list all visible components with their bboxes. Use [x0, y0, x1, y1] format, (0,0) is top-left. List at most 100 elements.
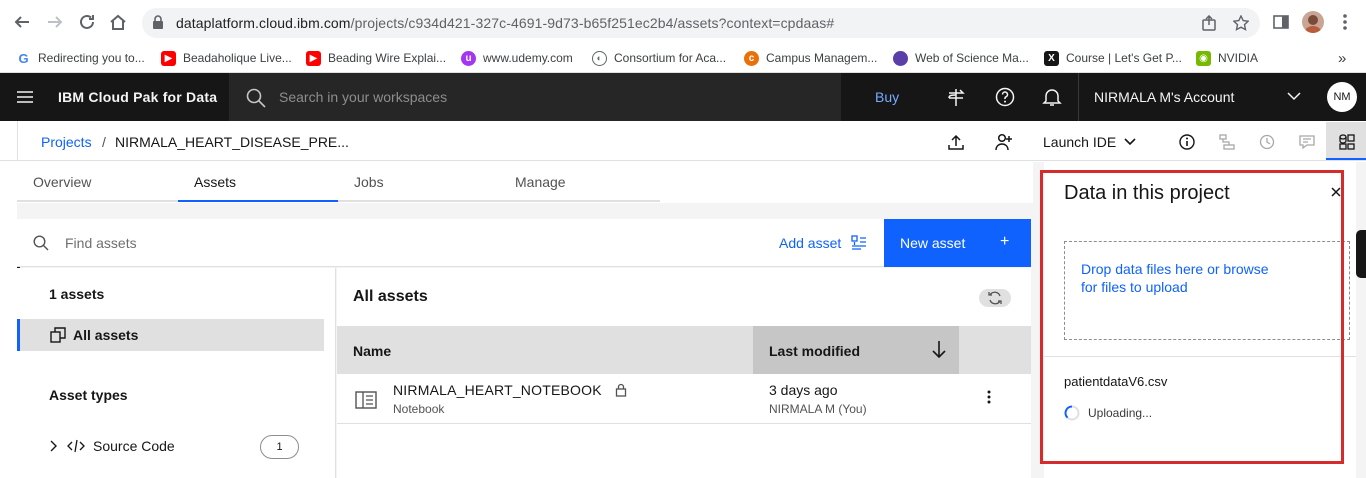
comment-icon[interactable] — [1298, 133, 1316, 151]
address-bar[interactable]: dataplatform.cloud.ibm.com/projects/c934… — [142, 8, 1260, 38]
code-icon — [67, 439, 85, 453]
profile-avatar-icon[interactable] — [1302, 11, 1324, 33]
copy-icon — [50, 327, 66, 343]
lock-icon — [152, 15, 164, 29]
buy-link[interactable]: Buy — [875, 89, 899, 105]
home-icon[interactable] — [108, 12, 128, 32]
column-header-name[interactable]: Name — [353, 343, 391, 359]
file-dropzone[interactable]: Drop data files here or browse for files… — [1064, 241, 1350, 340]
tab-label: Assets — [194, 174, 237, 190]
breadcrumb-separator: / — [102, 134, 106, 150]
bookmark-item[interactable]: X Course | Let's Get P... — [1044, 48, 1182, 68]
add-collaborator-icon[interactable] — [995, 133, 1013, 151]
chevron-down-icon — [1287, 91, 1301, 101]
asset-name-link[interactable]: NIRMALA_HEART_NOTEBOOK — [393, 382, 602, 398]
launch-ide-dropdown[interactable]: Launch IDE — [1043, 134, 1136, 150]
plus-icon: + — [1000, 233, 1010, 250]
bookmark-item[interactable]: G Redirecting you to... — [16, 48, 145, 68]
asset-type-count-badge: 1 — [260, 435, 299, 459]
bookmark-item[interactable]: c Campus Managem... — [744, 48, 877, 68]
new-asset-label: New asset — [900, 235, 966, 251]
search-placeholder: Search in your workspaces — [279, 89, 448, 105]
data-in-project-panel: Data in this project Drop data files her… — [1044, 162, 1356, 478]
chevron-down-icon — [1124, 138, 1136, 146]
lineage-icon[interactable] — [1218, 133, 1236, 151]
find-assets-input[interactable]: Find assets — [65, 235, 137, 251]
info-icon[interactable] — [1178, 133, 1196, 151]
search-icon — [246, 88, 266, 108]
launch-ide-label: Launch IDE — [1043, 134, 1117, 150]
app-header: IBM Cloud Pak for Data Search in your wo… — [0, 73, 1366, 121]
project-toolbar: Projects / NIRMALA_HEART_DISEASE_PRE... … — [0, 121, 1366, 161]
all-assets-filter[interactable]: All assets — [17, 319, 324, 351]
dropzone-text[interactable]: Drop data files here or browse for files… — [1081, 260, 1281, 296]
tab-jobs[interactable]: Jobs — [338, 162, 499, 202]
tab-label: Jobs — [354, 174, 384, 190]
tab-label: Overview — [33, 174, 92, 190]
account-switcher[interactable]: NIRMALA M's Account — [1078, 73, 1314, 121]
divider — [17, 121, 18, 161]
add-asset-label: Add asset — [779, 235, 842, 251]
back-arrow-icon[interactable] — [12, 12, 32, 32]
notebook-icon — [355, 391, 377, 409]
close-icon[interactable] — [1330, 186, 1342, 198]
upload-icon[interactable] — [947, 133, 965, 151]
bookmark-label: Consortium for Aca... — [614, 51, 727, 65]
column-header-last-modified[interactable]: Last modified — [753, 326, 959, 374]
bookmark-item[interactable]: ▶ Beading Wire Explai... — [306, 48, 446, 68]
asset-list-title: All assets — [353, 288, 428, 305]
bookmark-label: Redirecting you to... — [38, 51, 145, 65]
history-icon[interactable] — [1258, 133, 1276, 151]
all-assets-label: All assets — [73, 327, 139, 343]
user-avatar[interactable]: NM — [1327, 82, 1357, 112]
reload-icon[interactable] — [77, 12, 97, 32]
breadcrumb-projects-link[interactable]: Projects — [41, 134, 92, 150]
table-row[interactable]: NIRMALA_HEART_NOTEBOOK Notebook 3 days a… — [337, 374, 1031, 424]
refresh-icon[interactable] — [979, 289, 1011, 307]
tab-overview[interactable]: Overview — [17, 162, 178, 202]
wos-icon — [893, 50, 908, 66]
bookmark-item[interactable]: Web of Science Ma... — [893, 48, 1029, 68]
data-panel-toggle-button[interactable] — [1326, 122, 1366, 160]
bookmark-item[interactable]: ▶ Beadaholique Live... — [161, 48, 292, 68]
udemy-icon: u — [461, 50, 476, 66]
search-icon — [33, 235, 49, 251]
upload-status-text: Uploading... — [1088, 406, 1153, 420]
kebab-menu-icon[interactable] — [1334, 11, 1356, 33]
add-asset-button[interactable]: Add asset — [779, 235, 867, 251]
tab-assets[interactable]: Assets — [178, 162, 338, 202]
table-header: Name Last modified — [337, 326, 1031, 374]
bookmark-item[interactable]: ◉ NVIDIA — [1196, 48, 1258, 68]
google-icon: G — [16, 50, 31, 66]
forward-arrow-icon[interactable] — [45, 12, 65, 32]
new-asset-button[interactable]: New asset + — [884, 219, 1031, 267]
hamburger-menu-icon[interactable] — [16, 89, 34, 105]
bookmark-label: NVIDIA — [1218, 51, 1259, 65]
loading-spinner-icon — [1064, 405, 1080, 421]
add-asset-icon — [851, 235, 867, 251]
youtube-icon: ▶ — [161, 50, 176, 66]
workspace-search[interactable]: Search in your workspaces — [229, 73, 841, 121]
overflow-label: » — [1338, 49, 1347, 67]
bookmark-star-icon[interactable] — [1232, 14, 1250, 32]
bookmark-label: Web of Science Ma... — [915, 51, 1029, 65]
share-icon[interactable] — [1200, 14, 1218, 32]
asset-count: 1 assets — [49, 286, 105, 302]
side-panel-icon[interactable] — [1270, 11, 1292, 33]
bookmark-item[interactable]: ◐ Consortium for Aca... — [592, 48, 726, 68]
deployment-icon[interactable] — [946, 87, 966, 107]
notification-bell-icon[interactable] — [1042, 87, 1062, 107]
browser-toolbar: dataplatform.cloud.ibm.com/projects/c934… — [0, 0, 1366, 44]
bookmarks-overflow-button[interactable]: » — [1338, 48, 1346, 68]
product-name[interactable]: IBM Cloud Pak for Data — [58, 89, 217, 105]
overflow-menu-icon[interactable] — [987, 390, 991, 404]
last-modified-time: 3 days ago — [769, 382, 838, 398]
uploading-file-name: patientdataV6.csv — [1064, 374, 1168, 389]
asset-types-heading: Asset types — [49, 387, 128, 403]
right-edge-tab — [1356, 230, 1366, 278]
tab-manage[interactable]: Manage — [499, 162, 660, 202]
bookmark-item[interactable]: u www.udemy.com — [461, 48, 573, 68]
data-panel-icon — [1338, 133, 1356, 151]
help-icon[interactable] — [995, 87, 1015, 107]
bookmark-label: www.udemy.com — [483, 51, 573, 65]
